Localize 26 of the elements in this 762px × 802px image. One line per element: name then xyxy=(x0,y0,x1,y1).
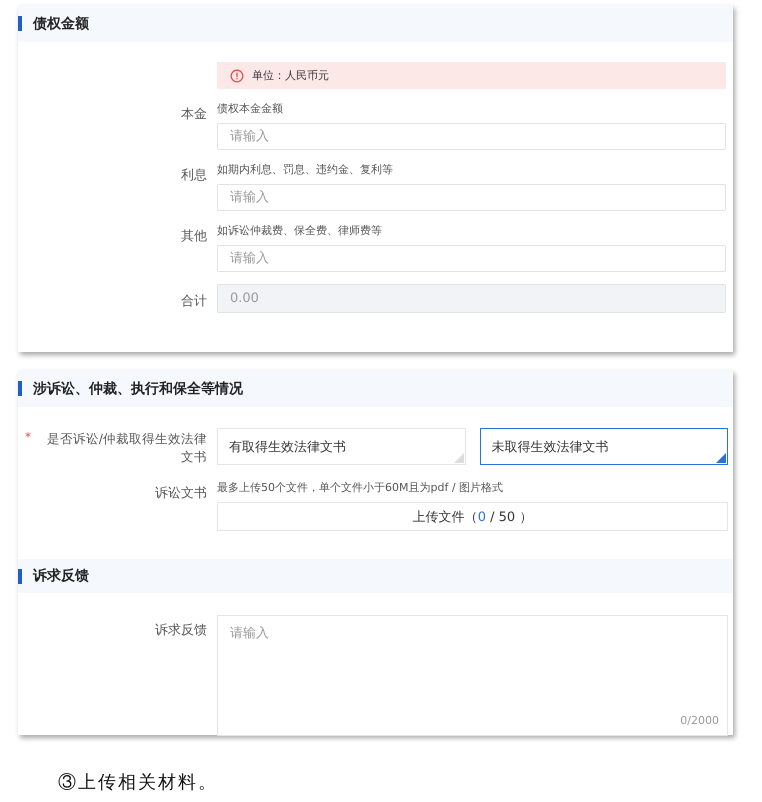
field-hint: 债权本金金额 xyxy=(217,101,284,116)
character-counter: 0/2000 xyxy=(680,714,719,727)
input-field[interactable]: 请输入 xyxy=(217,123,726,150)
field-label: 诉讼文书 xyxy=(154,485,207,503)
field-hint: 如期内利息、罚息、违约金、复利等 xyxy=(217,162,394,177)
required-mark: * xyxy=(25,430,31,446)
notice-text: 单位：人民币元 xyxy=(252,68,329,83)
field-label: 利息 xyxy=(180,167,207,185)
input-field[interactable]: 请输入 xyxy=(217,245,726,272)
field-label: 诉求反馈 xyxy=(154,622,207,640)
warning-icon xyxy=(230,68,244,82)
placeholder-text: 请输入 xyxy=(230,625,269,642)
option-box[interactable]: 未取得生效法律文书 xyxy=(480,428,728,465)
field-hint: 如诉讼仲裁费、保全费、律师费等 xyxy=(217,223,383,238)
field-label: 本金 xyxy=(180,106,207,124)
caption-text: ③上传相关材料。 xyxy=(58,771,218,794)
field-label: 其他 xyxy=(180,228,207,246)
field-label: 合计 xyxy=(180,293,207,311)
field-label: 是否诉讼/仲裁取得生效法律文书 xyxy=(46,430,207,466)
section-title: 债权金额 xyxy=(33,14,89,32)
option-box[interactable]: 有取得生效法律文书 xyxy=(217,428,466,465)
section-title: 涉诉讼、仲裁、执行和保全等情况 xyxy=(33,380,243,398)
field-hint: 最多上传50个文件，单个文件小于60M且为pdf / 图片格式 xyxy=(217,480,504,495)
input-field[interactable]: 请输入 xyxy=(217,184,726,211)
section-title: 诉求反馈 xyxy=(33,567,89,585)
upload-button[interactable]: 上传文件（0 / 50 ） xyxy=(217,502,728,531)
